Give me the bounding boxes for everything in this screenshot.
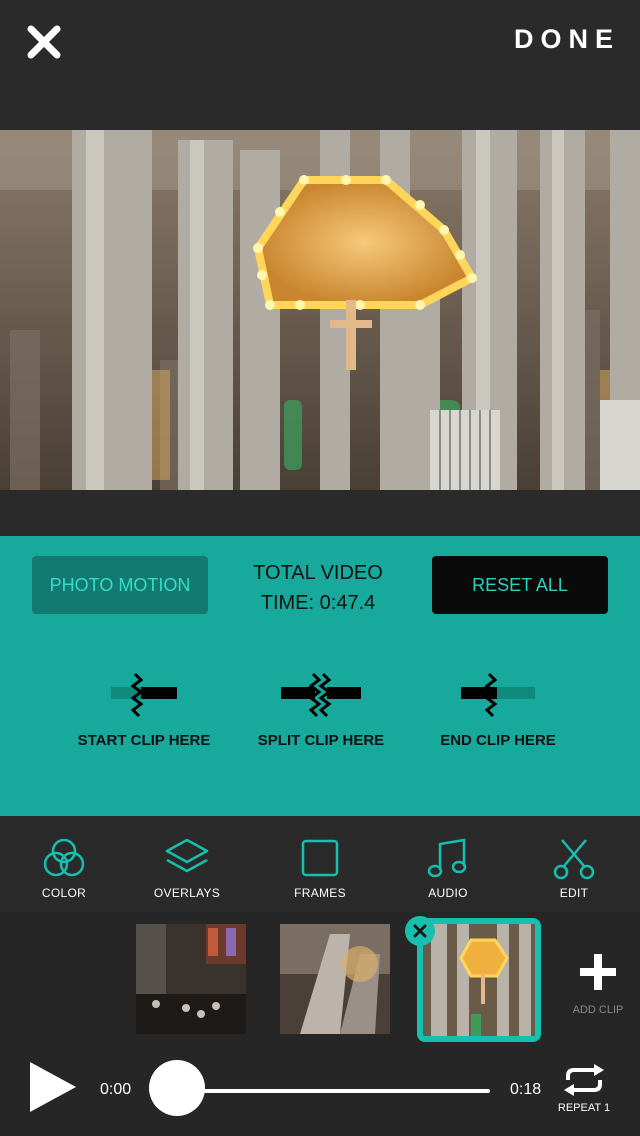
tool-color-label: COLOR (41, 886, 87, 900)
clip-thumbnail-selected[interactable] (417, 918, 541, 1042)
play-icon (30, 1062, 76, 1112)
frames-icon (301, 839, 339, 877)
tool-frames-label: FRAMES (294, 886, 346, 900)
close-button[interactable] (22, 20, 66, 64)
total-video-label: TOTAL VIDEO (253, 562, 383, 584)
video-preview[interactable] (0, 130, 640, 490)
tool-color[interactable]: COLOR (14, 836, 114, 900)
start-clip-icon (111, 672, 177, 718)
close-icon (413, 924, 427, 938)
add-clip-label: ADD CLIP (572, 1004, 624, 1016)
clip-thumbnail[interactable] (280, 924, 390, 1034)
tool-frames[interactable]: FRAMES (270, 836, 370, 900)
repeat-button[interactable]: REPEAT 1 (554, 1062, 614, 1114)
clip-thumbnail[interactable] (136, 924, 246, 1034)
tool-overlays-label: OVERLAYS (153, 886, 221, 900)
video-frame-image (0, 130, 640, 490)
total-video-value: TIME: 0:47.4 (260, 592, 376, 614)
split-clip-icon (281, 672, 361, 718)
remove-clip-button[interactable] (405, 916, 435, 946)
close-icon (27, 25, 61, 59)
end-time: 0:18 (510, 1081, 542, 1098)
clip-thumbnail-image (423, 924, 535, 1036)
tool-edit-label: EDIT (559, 886, 589, 900)
plus-icon (580, 954, 616, 990)
color-icon (43, 838, 85, 877)
audio-icon (427, 838, 467, 878)
total-video-time: TOTAL VIDEO TIME: 0:47.4 (228, 558, 408, 618)
preview-spacer (0, 490, 640, 536)
playback-bar: 0:00 0:18 REPEAT 1 (0, 1042, 640, 1136)
top-bar: DONE (0, 0, 640, 130)
scissors-icon (553, 839, 595, 880)
end-clip-label: END CLIP HERE (440, 732, 556, 749)
scrubber-handle[interactable] (149, 1060, 205, 1116)
tool-audio-label: AUDIO (428, 886, 468, 900)
end-clip-button[interactable]: END CLIP HERE (418, 668, 578, 749)
add-clip-button[interactable]: ADD CLIP (560, 952, 636, 1016)
tool-bar: COLOR OVERLAYS FRAMES AUDIO EDIT (0, 816, 640, 912)
start-clip-label: START CLIP HERE (77, 732, 211, 749)
end-clip-icon (461, 672, 535, 718)
overlays-icon (165, 838, 209, 873)
photo-motion-button[interactable]: PHOTO MOTION (32, 556, 208, 614)
edit-panel: PHOTO MOTION TOTAL VIDEO TIME: 0:47.4 RE… (0, 536, 640, 816)
scrubber-track[interactable] (170, 1089, 490, 1093)
current-time: 0:00 (100, 1081, 132, 1098)
play-button[interactable] (28, 1060, 78, 1119)
repeat-label: REPEAT 1 (557, 1102, 611, 1114)
done-button[interactable]: DONE (514, 24, 620, 55)
split-clip-label: SPLIT CLIP HERE (257, 732, 385, 749)
clip-thumbnail-image (280, 924, 390, 1034)
tool-edit[interactable]: EDIT (524, 836, 624, 900)
start-clip-button[interactable]: START CLIP HERE (64, 668, 224, 749)
repeat-icon (564, 1064, 604, 1096)
tool-overlays[interactable]: OVERLAYS (137, 836, 237, 900)
clip-thumbnail-image (136, 924, 246, 1034)
split-clip-button[interactable]: SPLIT CLIP HERE (241, 668, 401, 749)
reset-all-button[interactable]: RESET ALL (432, 556, 608, 614)
clip-strip: ADD CLIP (0, 912, 640, 1042)
tool-audio[interactable]: AUDIO (398, 836, 498, 900)
